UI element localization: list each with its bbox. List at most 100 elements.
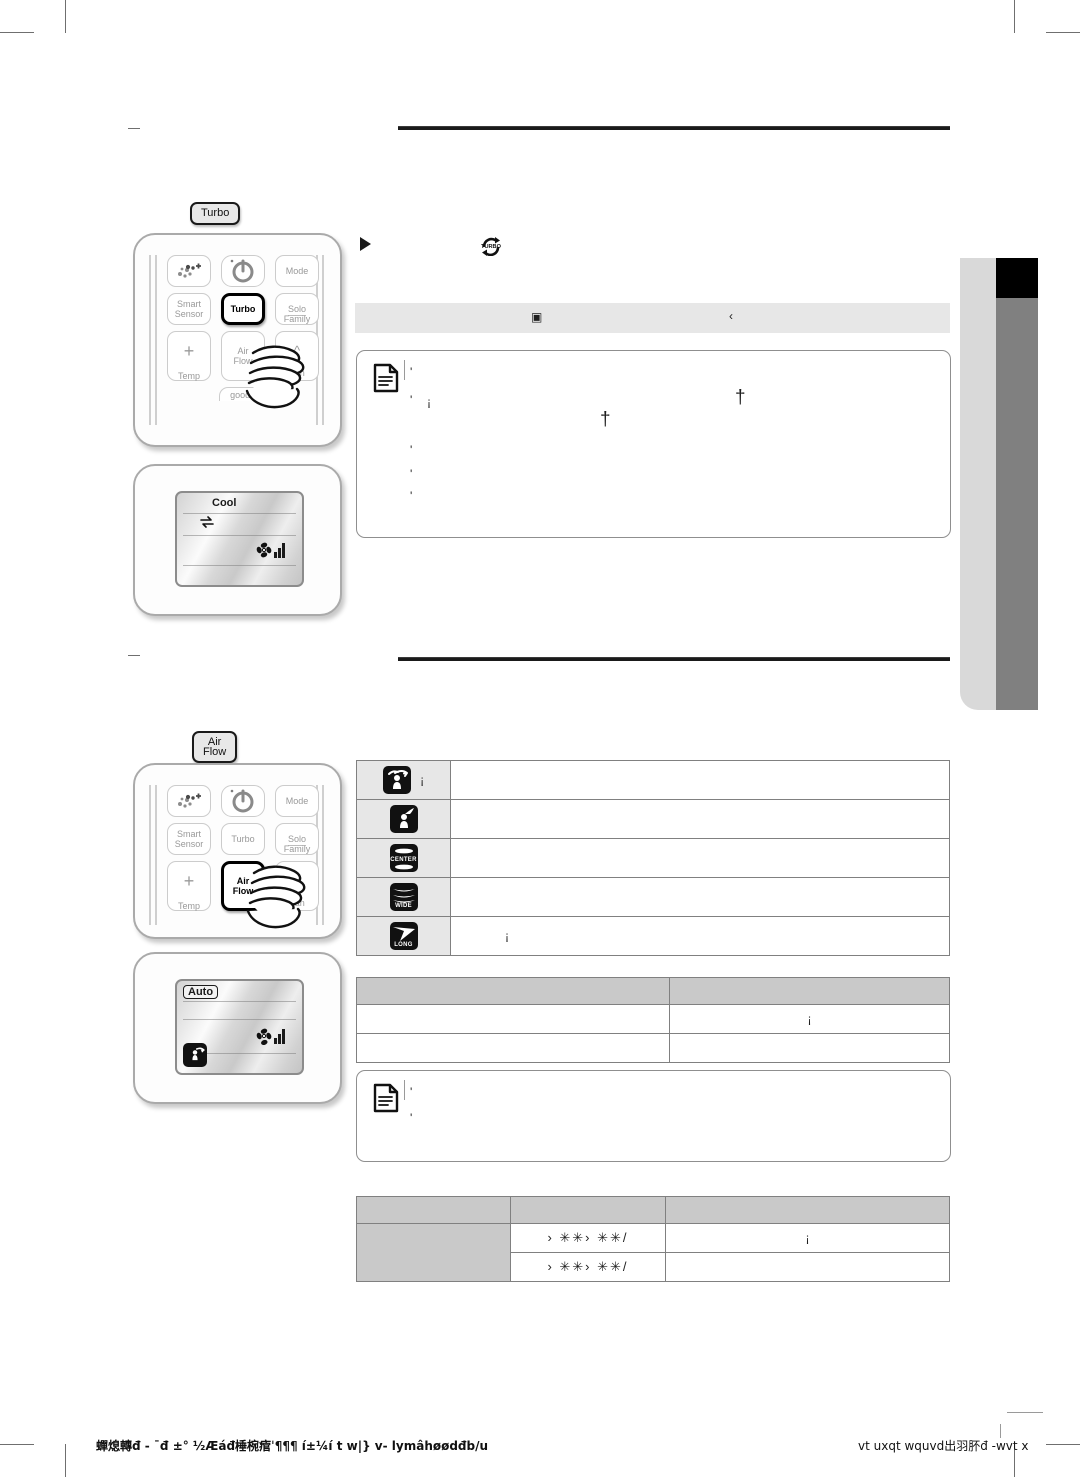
lcd-divider-3 (183, 565, 296, 566)
note-divider (404, 360, 405, 380)
note-bullet-2: ' (410, 393, 413, 407)
airflow-icon-cell: LONG (356, 916, 451, 956)
button-mode[interactable]: Mode (275, 785, 319, 817)
section-rule-airflow (398, 657, 950, 661)
lcd-mode-label: Auto (183, 985, 219, 999)
table-header-row (356, 1196, 950, 1224)
table-row: CENTER (356, 838, 950, 878)
mode-table-header-left (356, 977, 670, 1005)
button-air-flow[interactable]: Air Flow (221, 861, 265, 911)
crop-mark-left-bottom (0, 1444, 34, 1445)
note-bullet-1: ' (410, 365, 413, 379)
temp-header-1 (356, 1196, 511, 1224)
remote-illustration-airflow: Mode Smart Sensor Turbo Solo Family + Tem… (133, 763, 342, 939)
swing-arrows-icon (199, 515, 215, 534)
airflow-description-cell (450, 877, 950, 917)
footer-right-text: vt uxqt wquvd出羽肧đ -wvt x (858, 1439, 1029, 1453)
button-smart-sensor[interactable]: Smart Sensor (167, 293, 211, 325)
button-ionizer[interactable] (167, 785, 211, 817)
turbo-caption-band (355, 303, 950, 333)
remote-illustration-turbo: Mode Smart Sensor Turbo Solo Family + Tem… (133, 233, 342, 447)
airflow-icon-label: WIDE (395, 903, 412, 909)
button-temp-up[interactable]: + Temp (167, 861, 211, 911)
fan-icon (255, 541, 273, 564)
temp-stars-cell: › ✳✳› ✳✳/ (510, 1223, 666, 1253)
remote2-rail-right-b (322, 785, 324, 925)
airflow-icon-cell: CENTER (356, 838, 451, 878)
note-box-turbo: ' ' ¡ † ' ' ' (356, 350, 951, 538)
airflow-description-cell (450, 799, 950, 839)
button-turbo[interactable]: Turbo (221, 293, 265, 325)
band-symbol-right: ‹ (729, 309, 733, 323)
button-good-sleep[interactable]: good' (219, 387, 263, 401)
display2-rail-right-a (135, 1178, 340, 1290)
note-dagger-a: † (600, 409, 611, 430)
mode-cell-right (669, 1033, 950, 1063)
crop-mark-top-right (1014, 0, 1015, 33)
crop-mark-left-top (0, 32, 34, 33)
note-document-icon (373, 363, 399, 393)
keypad-row-2: Smart Sensor Turbo Solo Family (167, 293, 319, 325)
note-bullet-3: ' (410, 443, 413, 457)
airflow-tile-icon (183, 1043, 207, 1067)
button-air-flow[interactable]: Air Flow (221, 331, 265, 381)
display-illustration-cool: Cool (133, 464, 342, 616)
button-smart-sensor[interactable]: Smart Sensor (167, 823, 211, 855)
temp-stars-value: › ✳✳› ✳✳/ (547, 1259, 629, 1274)
button-power[interactable] (221, 255, 265, 287)
crop-mark-right-top (1046, 32, 1080, 33)
thumb-tab-background (960, 258, 996, 710)
remote-rail-left-b (155, 255, 157, 425)
table-row (356, 1033, 950, 1063)
button-power[interactable] (221, 785, 265, 817)
lcd2-divider-1 (183, 1001, 296, 1002)
lcd-screen-cool: Cool (175, 491, 304, 587)
band-symbol-left: ▣ (531, 310, 543, 324)
lcd-mode-label: Cool (212, 497, 237, 509)
remote-rail-right-b (322, 255, 324, 425)
note2-bullet-2: ' (410, 1111, 413, 1125)
temp-row-label (356, 1223, 511, 1282)
table-row: ¡ (356, 1004, 950, 1034)
temp-stars-value: › ✳✳› ✳✳/ (547, 1230, 629, 1245)
airflow-modes-table: ¡ CENTER WIDE LONG ¡ (356, 760, 950, 956)
fan-speed-bars (274, 541, 285, 558)
button-turbo[interactable]: Turbo (221, 823, 265, 855)
keypad-row-1: Mode (167, 255, 319, 287)
temp-value-cell: ¡ (665, 1223, 950, 1253)
note-dagger-b: † (735, 387, 746, 408)
lcd-divider-2 (183, 535, 296, 536)
mode-availability-table: ¡ (356, 977, 950, 1063)
lcd-screen-auto: Auto (175, 979, 304, 1075)
thumb-tab-marker (996, 258, 1038, 298)
section-rule-turbo (398, 126, 950, 130)
registration-tick-upper (128, 128, 140, 129)
button-ionizer[interactable] (167, 255, 211, 287)
chapter-thumb-tab (960, 258, 1078, 710)
temp-header-2 (510, 1196, 666, 1224)
keypad2-row-1: Mode (167, 785, 319, 817)
airflow-long-icon: LONG (389, 922, 418, 950)
table-row: ¡ (356, 760, 950, 800)
temperature-range-table: › ✳✳› ✳✳/ ¡ › ✳✳› ✳✳/ (356, 1196, 950, 1282)
button-fan[interactable]: ^ Fan (275, 861, 319, 911)
lcd-divider-1 (183, 513, 296, 514)
airflow-icon-cell (356, 799, 451, 839)
note-document-icon (373, 1083, 399, 1113)
button-solo-family[interactable]: Solo Family (275, 293, 319, 325)
note-divider (404, 1080, 405, 1100)
airflow-wide-icon: WIDE (389, 883, 418, 911)
callout-turbo-button: Turbo (190, 202, 241, 225)
note-box-airflow: ' ' (356, 1070, 951, 1162)
button-solo-family[interactable]: Solo Family (275, 823, 319, 855)
mode-cell-left (356, 1033, 670, 1063)
airflow-description-cell (450, 838, 950, 878)
airflow-center-icon: CENTER (389, 844, 418, 872)
display-rail-left-b (135, 578, 340, 690)
table-row: › ✳✳› ✳✳/ ¡ (356, 1223, 950, 1282)
lcd2-divider-2 (183, 1019, 296, 1020)
button-temp-up[interactable]: + Temp (167, 331, 211, 381)
mode-cell-left (356, 1004, 670, 1034)
button-fan[interactable]: ^ Fan (275, 331, 319, 381)
button-mode[interactable]: Mode (275, 255, 319, 287)
